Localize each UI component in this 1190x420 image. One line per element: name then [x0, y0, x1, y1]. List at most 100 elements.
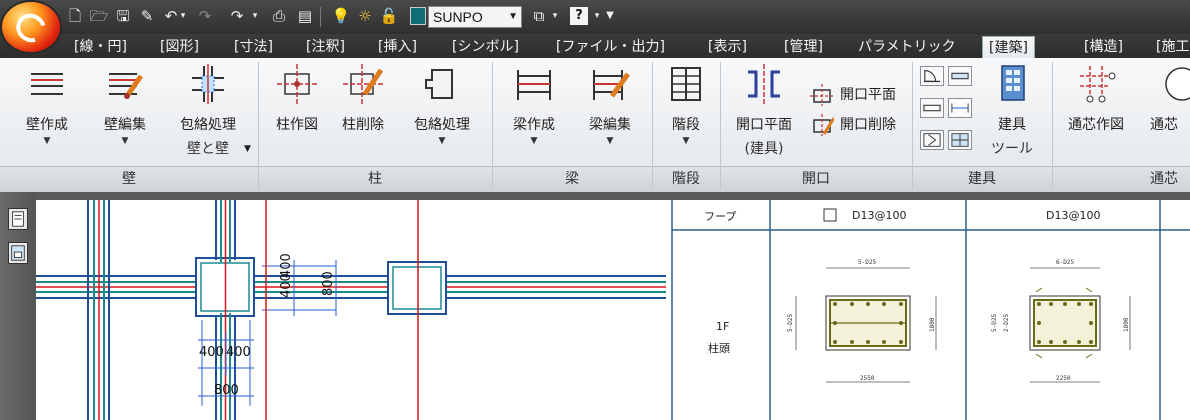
column-wrap-label: 包絡処理: [414, 117, 470, 133]
opening-plan-fitting-sub-label: (建具): [744, 141, 784, 157]
panel-label-stairs: 階段: [672, 171, 700, 187]
sec1-left-label: 5-D25: [787, 314, 794, 332]
grid-more-button[interactable]: 通芯: [1140, 58, 1190, 164]
redo-icon[interactable]: ↷: [194, 5, 216, 27]
redo-dropdown-caret-icon[interactable]: ▾: [250, 5, 260, 27]
ribbon-tab-bar: [線・円] [図形] [寸法] [注釈] [挿入] [シンボル] [ファイル・出…: [0, 34, 1190, 58]
beam-edit-label: 梁編集: [589, 117, 631, 133]
cad-drawing: 400 400 800 400 400 800 フープ D13@100 D13@…: [36, 200, 1190, 420]
dim-400-b: 400: [279, 253, 294, 278]
grid-draw-button[interactable]: 通芯作図: [1056, 58, 1136, 164]
sec2-right-label: 1800: [1123, 317, 1130, 332]
dim-800-b: 800: [214, 383, 239, 398]
column-draw-button[interactable]: 柱作図: [262, 58, 332, 164]
column-wrap-icon: [425, 69, 453, 99]
stairs-button[interactable]: 階段 ▼: [654, 58, 718, 164]
fitting-tool-sub-label: ツール: [991, 141, 1033, 157]
tab-dimension[interactable]: [寸法]: [234, 36, 273, 58]
grid-more-label: 通芯: [1150, 117, 1178, 133]
fitting-grid-icon[interactable]: [948, 130, 972, 150]
wall-create-button[interactable]: 壁作成 ▼: [6, 58, 88, 164]
wall-create-label: 壁作成: [26, 117, 68, 133]
new-file-icon[interactable]: 🗋: [64, 5, 86, 27]
print-icon[interactable]: ⎙: [268, 5, 290, 27]
beam-edit-button[interactable]: 梁編集 ▼: [572, 58, 648, 164]
help-caret-icon[interactable]: ▾: [592, 5, 602, 27]
door-swing-icon[interactable]: [920, 66, 944, 86]
col1-hoop-value: D13@100: [852, 209, 906, 222]
layer-properties-icon[interactable]: ⧉: [528, 5, 550, 27]
help-icon[interactable]: ?: [570, 7, 588, 25]
ribbon-panel-area: 壁作成 ▼ 壁編集 ▼ 包絡処理 壁と壁 ▼ 壁 柱作図 柱削除 包絡処理 ▼ …: [0, 58, 1190, 192]
tab-structure[interactable]: [構造]: [1084, 36, 1123, 58]
sec1-top-label: 5-D25: [858, 259, 876, 266]
chevron-down-icon: ▼: [43, 136, 51, 146]
beam-create-icon: [517, 70, 551, 100]
panel-label-wall: 壁: [122, 171, 136, 187]
column-delete-button[interactable]: 柱削除: [328, 58, 398, 164]
layer-properties-caret-icon[interactable]: ▾: [550, 5, 560, 27]
tab-architecture[interactable]: [建築]: [982, 36, 1035, 58]
stairs-label: 階段: [672, 117, 700, 133]
opening-delete-label[interactable]: 開口削除: [840, 114, 896, 136]
col2-hoop-value: D13@100: [1046, 209, 1100, 222]
panel-label-fittings: 建具: [968, 171, 996, 187]
layer-freeze-icon[interactable]: ☼: [354, 5, 376, 27]
wall-edit-label: 壁編集: [104, 117, 146, 133]
opening-plan-fitting-label: 開口平面: [736, 117, 792, 133]
properties-palette-icon[interactable]: [8, 208, 28, 230]
column-box: [387, 200, 447, 420]
tab-annotation[interactable]: [注釈]: [306, 36, 345, 58]
sec2-top-label: 6-D25: [1056, 259, 1074, 266]
chevron-down-icon[interactable]: ▼: [244, 138, 251, 160]
panel-label-column: 柱: [368, 171, 382, 187]
customize-toolbar-icon[interactable]: ▼: [604, 5, 616, 27]
column-wrap-button[interactable]: 包絡処理 ▼: [400, 58, 484, 164]
drawing-canvas[interactable]: 400 400 800 400 400 800 フープ D13@100 D13@…: [36, 200, 1190, 420]
tab-parametric[interactable]: パラメトリック: [858, 36, 956, 58]
tab-insert[interactable]: [挿入]: [378, 36, 417, 58]
layer-lock-icon[interactable]: 🔓: [378, 5, 400, 27]
tab-construction[interactable]: [施工: [1156, 36, 1189, 58]
opening-plan-label[interactable]: 開口平面: [840, 84, 896, 106]
sliding-window-icon[interactable]: [948, 66, 972, 86]
tab-view[interactable]: [表示]: [708, 36, 747, 58]
redo-dropdown-icon[interactable]: ↷: [226, 5, 248, 27]
save-icon[interactable]: 🖫: [112, 5, 134, 27]
grid-draw-label: 通芯作図: [1068, 117, 1124, 133]
fitting-dimension-icon[interactable]: [948, 98, 972, 118]
wall-wrap-button[interactable]: 包絡処理 壁と壁: [168, 58, 248, 164]
opening-plan-icon[interactable]: [810, 84, 834, 106]
tool-palette-icon[interactable]: [8, 242, 28, 264]
plot-settings-icon[interactable]: ▤: [294, 5, 316, 27]
column-delete-label: 柱削除: [342, 117, 384, 133]
wall-edit-button[interactable]: 壁編集 ▼: [84, 58, 166, 164]
layer-select[interactable]: SUNPO ▼: [428, 6, 522, 28]
layer-on-icon[interactable]: 💡: [330, 5, 352, 27]
tab-line-circle[interactable]: [線・円]: [74, 36, 127, 58]
fitting-tool-button[interactable]: 建具 ツール: [980, 58, 1044, 164]
opening-delete-icon[interactable]: [810, 114, 834, 136]
dim-400-c: 400: [199, 345, 224, 360]
panel-label-opening: 開口: [802, 171, 830, 187]
beam-create-button[interactable]: 梁作成 ▼: [496, 58, 572, 164]
undo-dropdown-icon[interactable]: ▾: [178, 5, 188, 27]
tab-file-output[interactable]: [ファイル・出力]: [556, 36, 665, 58]
opening-plan-fitting-button[interactable]: 開口平面 (建具): [724, 58, 804, 164]
chevron-down-icon: ▼: [682, 136, 690, 146]
tab-shape[interactable]: [図形]: [160, 36, 199, 58]
beam-edit-icon: [593, 70, 630, 100]
layer-select-value: SUNPO: [433, 9, 483, 25]
open-file-icon[interactable]: 🗁: [88, 5, 110, 27]
hoop-label: フープ: [704, 210, 736, 223]
edit-properties-icon[interactable]: ✎: [136, 5, 158, 27]
application-menu-button[interactable]: [2, 2, 60, 52]
wall-wrap-sub-label: 壁と壁: [187, 141, 229, 157]
tab-symbol[interactable]: [シンボル]: [452, 36, 519, 58]
grid-circle-icon: [1165, 67, 1190, 101]
chevron-down-icon: ▼: [606, 136, 614, 146]
fixed-window-icon[interactable]: [920, 98, 944, 118]
tab-manage[interactable]: [管理]: [784, 36, 823, 58]
sec1-right-label: 1800: [929, 317, 936, 332]
fitting-mirror-icon[interactable]: [920, 130, 944, 150]
